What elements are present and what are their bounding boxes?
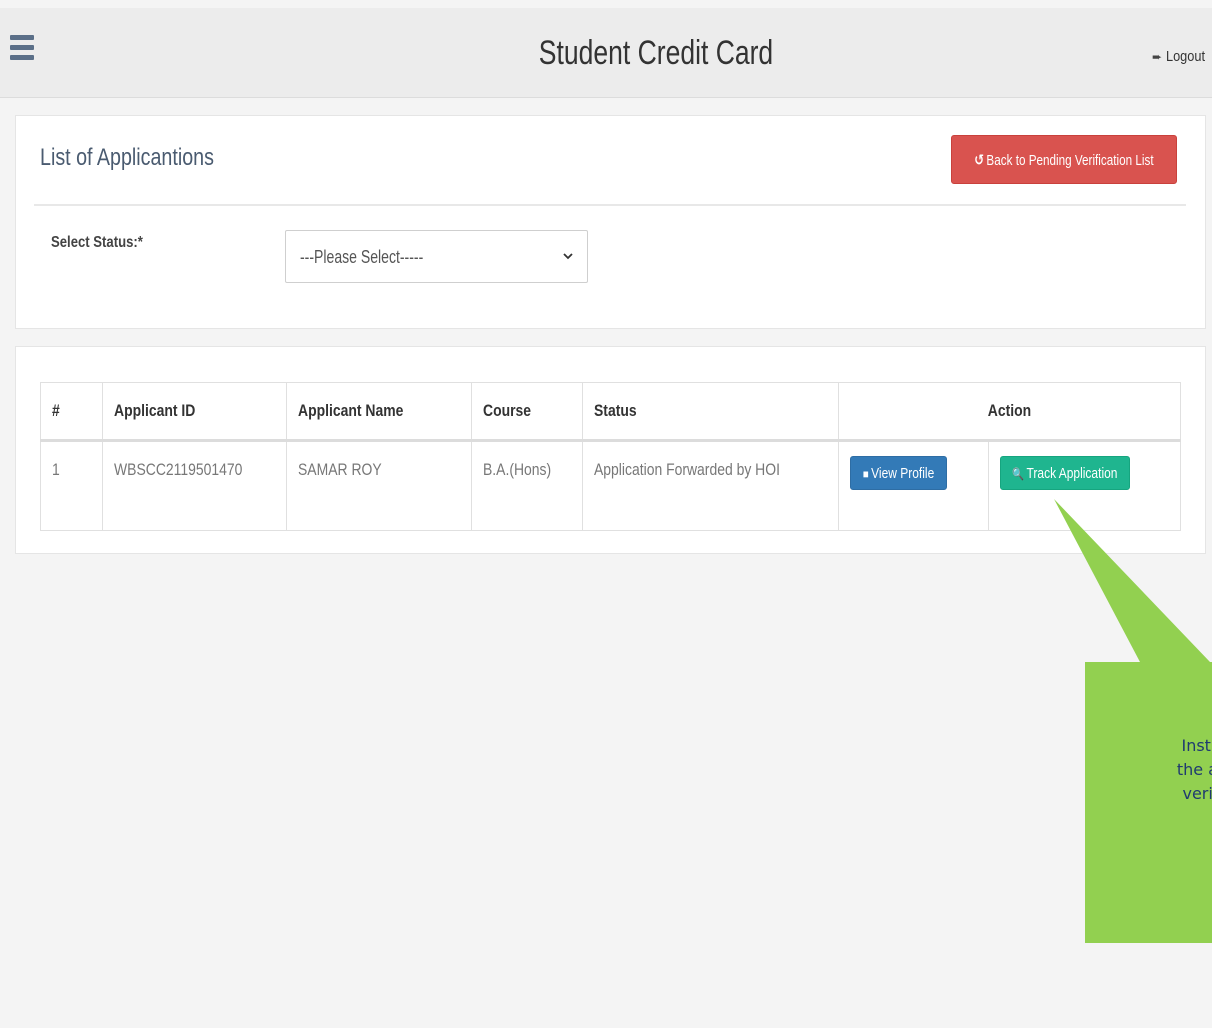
logout-label: Logout	[1166, 48, 1206, 65]
undo-icon: ↺	[974, 151, 985, 169]
column-header-action: Action	[838, 382, 1181, 442]
applications-table-panel: # Applicant ID Applicant Name Course Sta…	[15, 346, 1206, 554]
cell-index: 1	[40, 440, 103, 531]
track-application-label: Track Application	[1026, 464, 1118, 482]
view-profile-label: View Profile	[871, 464, 935, 482]
callout-line-1: Instituti	[1181, 736, 1212, 755]
applications-table: # Applicant ID Applicant Name Course Sta…	[40, 382, 1181, 531]
cell-applicant-id: WBSCC2119501470	[101, 440, 287, 531]
sign-out-icon: ➨	[1152, 50, 1163, 64]
column-header-course: Course	[470, 382, 584, 442]
cell-course: B.A.(Hons)	[470, 440, 584, 531]
logout-link[interactable]: ➨ Logout	[1152, 48, 1212, 65]
view-profile-button[interactable]: ■ View Profile	[850, 456, 948, 490]
callout-text-box: Instituti the appli verifica	[1085, 660, 1212, 943]
hamburger-menu-icon[interactable]	[10, 35, 34, 63]
column-header-status: Status	[582, 382, 840, 442]
top-navbar: Student Credit Card ➨ Logout	[0, 8, 1212, 98]
folder-icon: ■	[863, 466, 870, 481]
cell-action-track: 🔍 Track Application	[988, 440, 1181, 531]
back-button-label: Back to Pending Verification List	[986, 151, 1154, 169]
select-status-label: Select Status:*	[51, 234, 143, 251]
table-row: 1 WBSCC2119501470 SAMAR ROY B.A.(Hons) A…	[40, 440, 1181, 531]
panel-divider	[34, 204, 1186, 206]
column-header-index: #	[40, 382, 103, 442]
back-to-pending-verification-button[interactable]: ↺ Back to Pending Verification List	[951, 135, 1177, 184]
application-filter-panel: List of Applicantions ↺ Back to Pending V…	[15, 115, 1206, 329]
column-header-applicant-name: Applicant Name	[285, 382, 472, 442]
cell-action-view: ■ View Profile	[838, 440, 990, 531]
callout-line-3: verifica	[1182, 784, 1212, 803]
cell-status: Application Forwarded by HOI	[582, 440, 840, 531]
cell-applicant-name: SAMAR ROY	[285, 440, 472, 531]
track-application-button[interactable]: 🔍 Track Application	[1000, 456, 1131, 490]
callout-line-2: the appli	[1176, 760, 1212, 779]
app-title: Student Credit Card	[538, 34, 774, 72]
column-header-applicant-id: Applicant ID	[101, 382, 287, 442]
status-select-value: ---Please Select-----	[300, 247, 424, 267]
list-title: List of Applicantions	[40, 144, 214, 171]
status-select[interactable]: ---Please Select-----	[285, 230, 588, 283]
table-header-row: # Applicant ID Applicant Name Course Sta…	[40, 382, 1181, 442]
chevron-down-icon	[563, 253, 573, 260]
search-icon: 🔍	[1012, 466, 1025, 481]
